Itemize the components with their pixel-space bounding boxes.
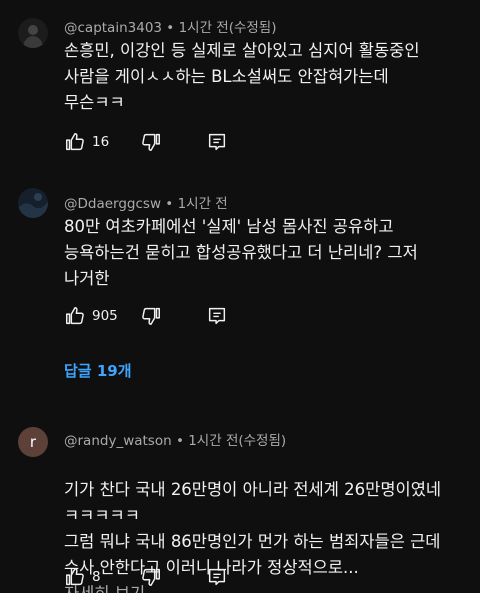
- thumb-down-icon[interactable]: [140, 566, 162, 588]
- reply-icon[interactable]: [206, 305, 228, 327]
- comment-body: 기가 찬다 국내 26만명이 아니라 전세계 26만명이였네 ㅋㅋㅋㅋㅋ 그럼 …: [64, 480, 442, 577]
- comment-text: 80만 여초카페에선 '실제' 남성 몸사진 공유하고 능욕하는건 묻히고 합성…: [64, 217, 418, 288]
- comment-time[interactable]: 1시간 전: [178, 196, 228, 212]
- comment-meta: @randy_watson • 1시간 전(수정됨): [64, 429, 286, 449]
- view-replies-button[interactable]: 답글 19개: [64, 360, 132, 381]
- comment-3: r @randy_watson • 1시간 전(수정됨) 기가 찬다 국내 26…: [0, 415, 480, 593]
- comment-time[interactable]: 1시간 전(수정됨): [188, 433, 286, 449]
- like-count: 905: [92, 308, 118, 324]
- avatar[interactable]: [18, 18, 48, 48]
- like-count: 8: [92, 569, 101, 585]
- meta-separator: •: [175, 433, 184, 449]
- comment-actions: 16: [64, 130, 226, 154]
- reply-icon[interactable]: [206, 566, 228, 588]
- comment-author[interactable]: @randy_watson: [64, 433, 172, 449]
- meta-separator: •: [166, 20, 175, 36]
- comment-author[interactable]: @captain3403: [64, 20, 162, 36]
- like-count: 16: [92, 134, 110, 150]
- avatar[interactable]: [18, 188, 48, 218]
- comment-author[interactable]: @Ddaerggcsw: [64, 196, 161, 212]
- comment-text: 기가 찬다 국내 26만명이 아니라 전세계 26만명이였네 ㅋㅋㅋㅋㅋ 그럼 …: [64, 451, 460, 593]
- thumb-down-icon[interactable]: [140, 131, 162, 153]
- reply-icon[interactable]: [206, 131, 228, 153]
- avatar-image: [18, 188, 48, 218]
- comment-meta: @captain3403 • 1시간 전(수정됨): [64, 16, 277, 36]
- avatar-image: [18, 18, 48, 48]
- comment-2: @Ddaerggcsw • 1시간 전 80만 여초카페에선 '실제' 남성 몸…: [0, 170, 480, 395]
- thumb-up-icon[interactable]: [64, 305, 86, 327]
- thumb-up-icon[interactable]: [64, 131, 86, 153]
- comment-text: 손흥민, 이강인 등 실제로 살아있고 심지어 활동중인 사람을 게이ㅅㅅ하는 …: [64, 41, 420, 112]
- comment-time[interactable]: 1시간 전(수정됨): [179, 20, 277, 36]
- meta-separator: •: [165, 196, 174, 212]
- avatar-letter: r: [29, 433, 37, 451]
- comment-actions: 8: [64, 565, 226, 589]
- thumb-up-icon[interactable]: [64, 566, 86, 588]
- avatar[interactable]: r: [18, 427, 48, 457]
- comment-1: @captain3403 • 1시간 전(수정됨) 손흥민, 이강인 등 실제로…: [0, 0, 480, 165]
- thumb-down-icon[interactable]: [140, 305, 162, 327]
- comment-meta: @Ddaerggcsw • 1시간 전: [64, 192, 228, 212]
- comment-actions: 905: [64, 304, 226, 328]
